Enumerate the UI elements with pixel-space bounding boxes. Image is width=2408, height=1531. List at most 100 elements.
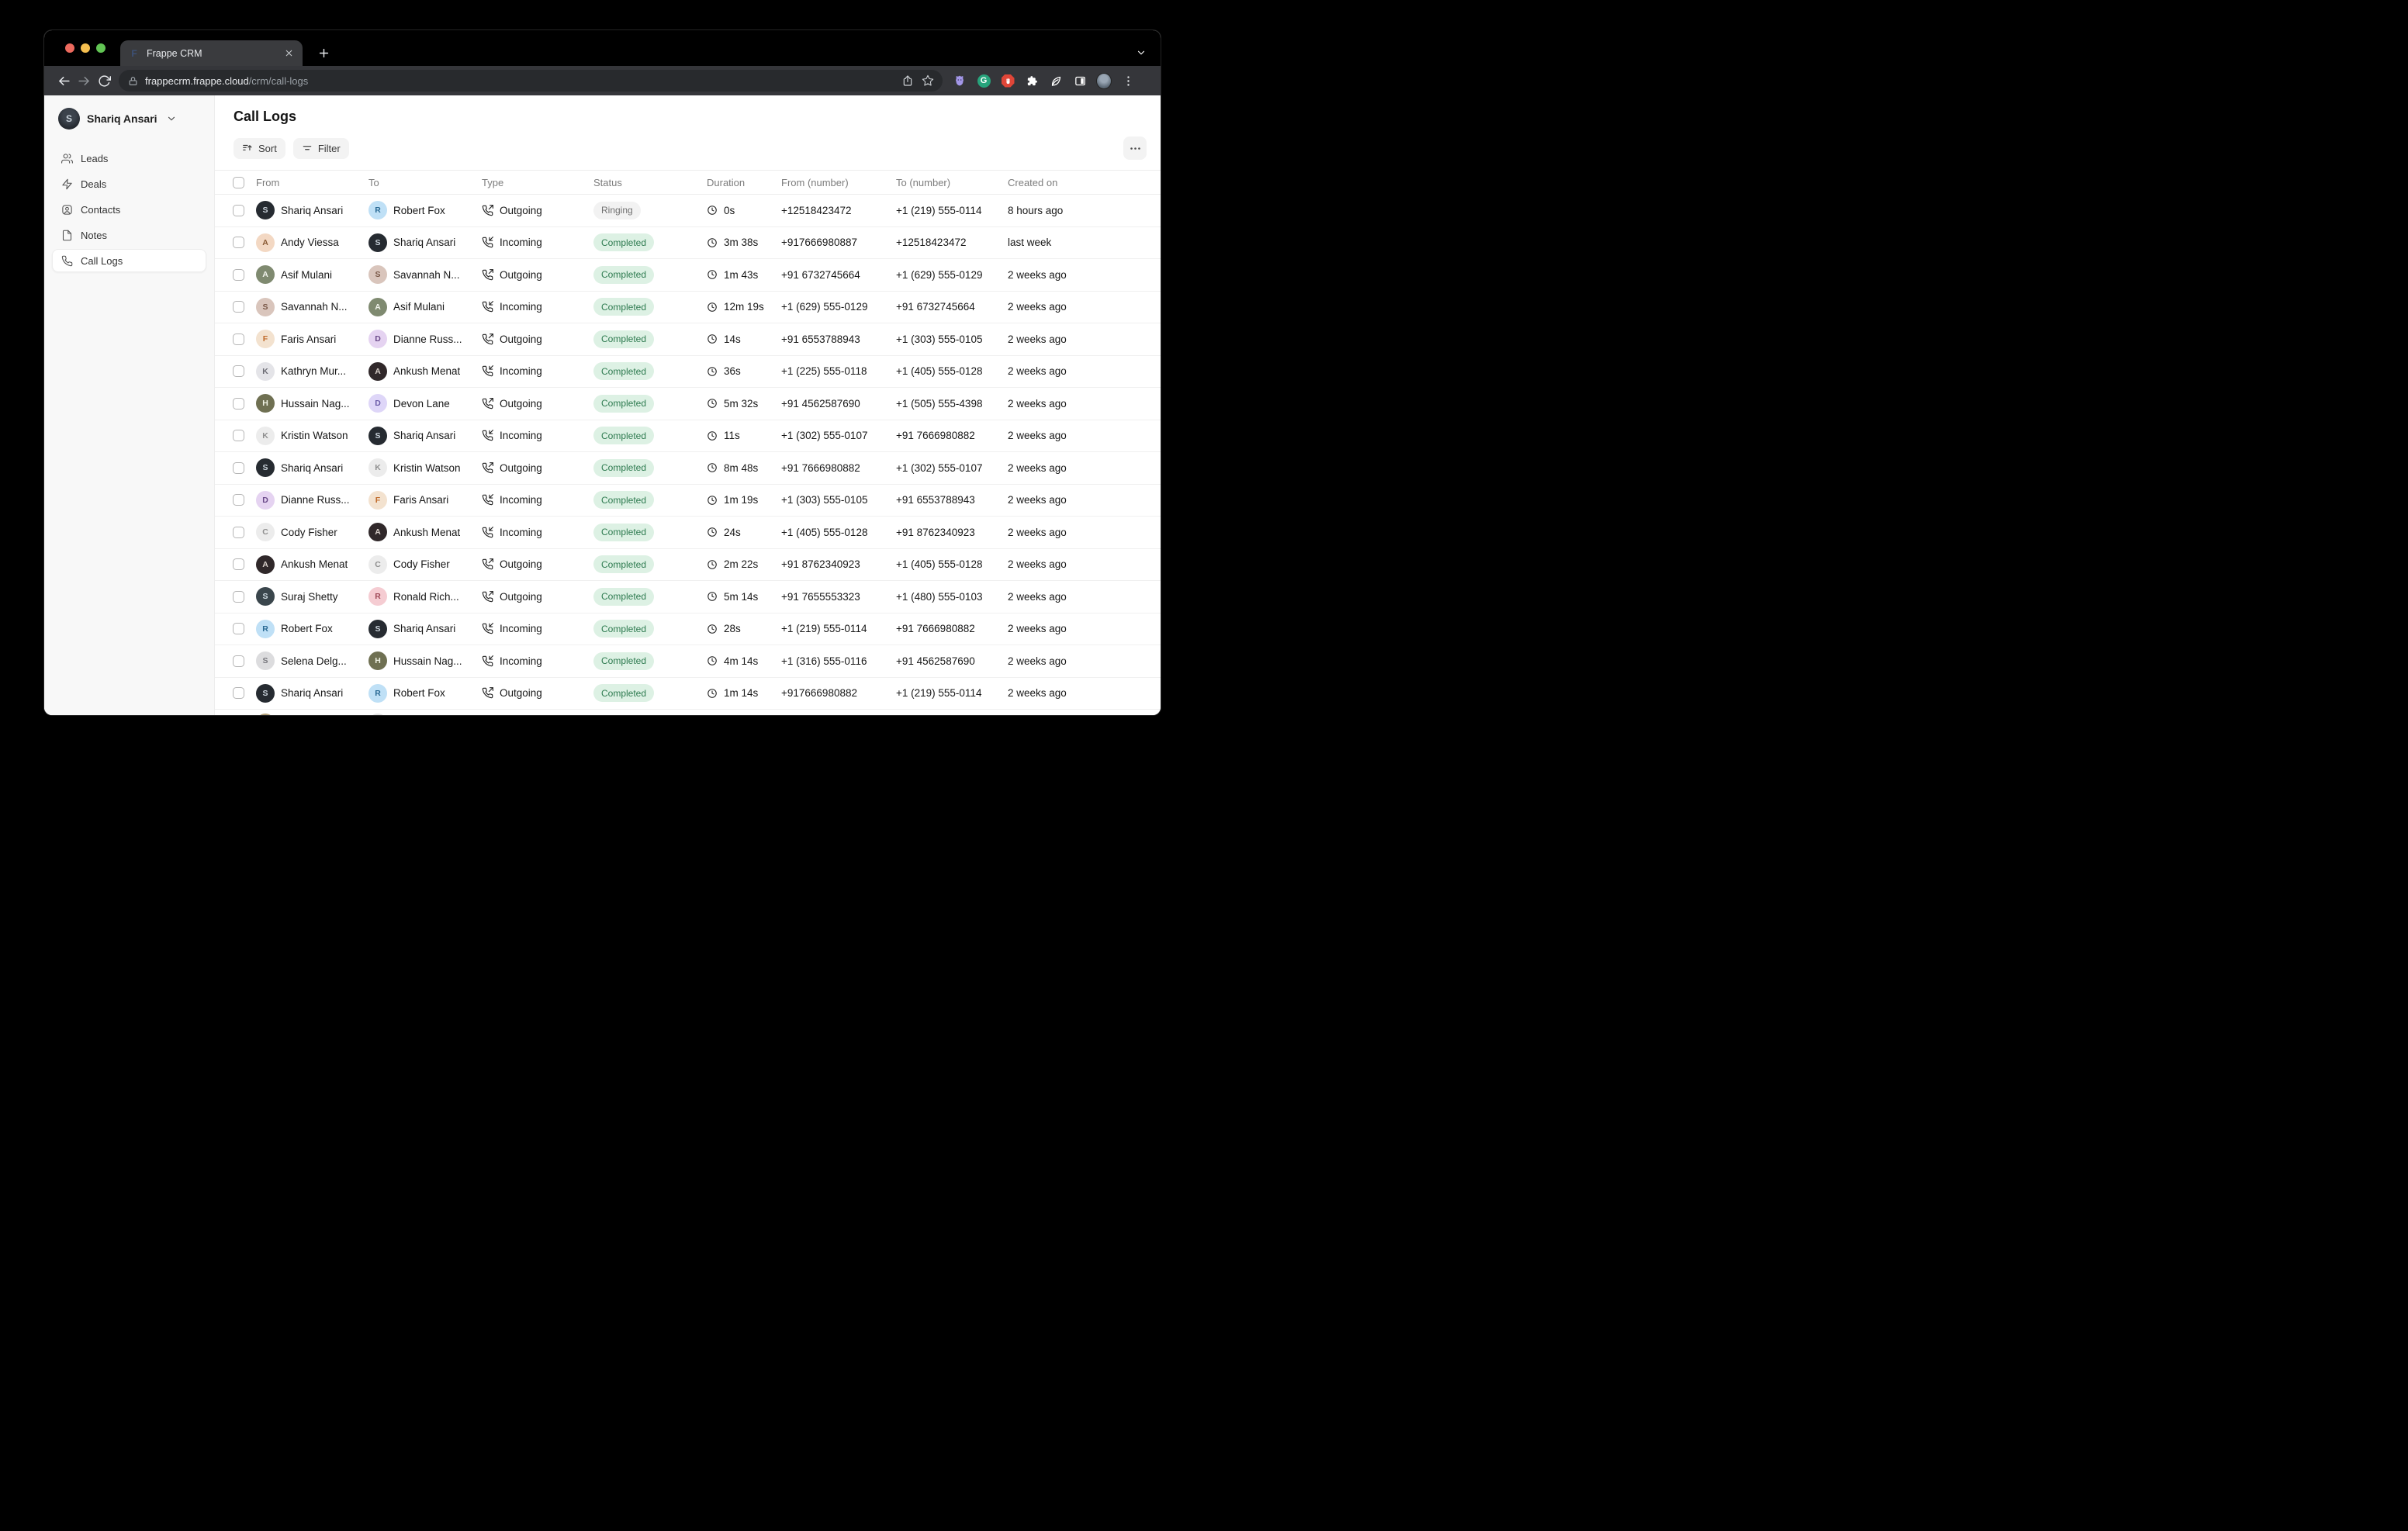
column-header-type[interactable]: Type xyxy=(482,177,593,188)
main-panel: Call Logs Sort Filter FromToTypeStatu xyxy=(215,95,1161,715)
row-checkbox[interactable] xyxy=(233,591,244,603)
clock-icon xyxy=(707,527,718,537)
from-number: +1 (225) 555-0118 xyxy=(781,365,867,377)
row-checkbox[interactable] xyxy=(233,623,244,634)
duration-value: 8m 48s xyxy=(724,462,758,474)
energy-saver-icon[interactable] xyxy=(1048,73,1064,88)
sidebar-item-call-logs[interactable]: Call Logs xyxy=(52,249,206,272)
row-checkbox[interactable] xyxy=(233,558,244,570)
new-tab-button[interactable] xyxy=(314,43,333,62)
table-row[interactable]: FFaris AnsariDDianne Russ...OutgoingComp… xyxy=(215,323,1161,356)
row-checkbox[interactable] xyxy=(233,687,244,699)
to-number: +91 8762340923 xyxy=(896,527,975,538)
row-checkbox[interactable] xyxy=(233,398,244,410)
sidebar-item-leads[interactable]: Leads xyxy=(52,147,206,170)
from-cell: FFaris Ansari xyxy=(256,330,368,348)
table-row[interactable]: SSuraj ShettyRRonald Rich...OutgoingComp… xyxy=(215,581,1161,613)
forward-icon[interactable] xyxy=(74,71,94,91)
table-row[interactable]: SSelena Delg...HHussain Nag...IncomingCo… xyxy=(215,645,1161,678)
column-header-from[interactable]: From xyxy=(256,177,368,188)
column-header-to-number[interactable]: To (number) xyxy=(896,177,1008,188)
sidebar-item-contacts[interactable]: Contacts xyxy=(52,198,206,221)
table-row[interactable]: HHussain Nag...DDevon LaneOutgoingComple… xyxy=(215,388,1161,420)
sidebar-item-deals[interactable]: Deals xyxy=(52,172,206,195)
row-checkbox[interactable] xyxy=(233,205,244,216)
tab-close-icon[interactable] xyxy=(282,47,295,60)
table-row[interactable]: AAndy ViessaSShariq AnsariIncomingComple… xyxy=(215,227,1161,260)
sidebar-item-notes[interactable]: Notes xyxy=(52,223,206,247)
row-checkbox[interactable] xyxy=(233,269,244,281)
sidebar-toggle-icon[interactable] xyxy=(1072,73,1088,88)
more-options-button[interactable] xyxy=(1123,137,1147,160)
browser-tab[interactable]: F Frappe CRM xyxy=(120,40,303,66)
column-header-to[interactable]: To xyxy=(368,177,482,188)
select-all-checkbox[interactable] xyxy=(233,177,244,188)
type-label: Outgoing xyxy=(500,558,542,570)
row-checkbox[interactable] xyxy=(233,365,244,377)
created-cell: 2 weeks ago xyxy=(1008,623,1153,634)
row-checkbox[interactable] xyxy=(233,494,244,506)
from-number-cell: +91 6553788943 xyxy=(781,334,896,345)
status-cell: Completed xyxy=(593,524,707,541)
row-checkbox[interactable] xyxy=(233,655,244,667)
tab-strip-chevron-icon[interactable] xyxy=(1136,47,1147,58)
reload-icon[interactable] xyxy=(94,71,114,91)
avatar: A xyxy=(256,233,275,252)
url-text[interactable]: frappecrm.frappe.cloud/crm/call-logs xyxy=(145,75,898,87)
column-header-created-on[interactable]: Created on xyxy=(1008,177,1153,188)
table-row[interactable]: RRobert FoxSShariq AnsariIncomingComplet… xyxy=(215,613,1161,646)
to-number-cell: +12518423472 xyxy=(896,237,1008,248)
minimize-window-button[interactable] xyxy=(81,43,90,53)
table-row[interactable]: SShariq AnsariRRobert FoxOutgoingRinging… xyxy=(215,195,1161,227)
close-window-button[interactable] xyxy=(65,43,74,53)
column-header-duration[interactable]: Duration xyxy=(707,177,781,188)
row-checkbox[interactable] xyxy=(233,301,244,313)
incoming-call-icon xyxy=(482,527,493,538)
kebab-menu-icon[interactable] xyxy=(1120,73,1136,88)
github-extension-icon[interactable] xyxy=(952,73,967,88)
column-header-status[interactable]: Status xyxy=(593,177,707,188)
user-menu[interactable]: S Shariq Ansari xyxy=(52,106,206,131)
zoom-window-button[interactable] xyxy=(96,43,106,53)
from-number: +1 (405) 555-0128 xyxy=(781,527,867,538)
checkbox-cell xyxy=(233,655,256,667)
grammarly-icon[interactable]: G xyxy=(976,73,991,88)
table-row[interactable]: SShariq AnsariRRobert FoxOutgoingComplet… xyxy=(215,678,1161,710)
back-icon[interactable] xyxy=(54,71,74,91)
table-row[interactable]: SShariq AnsariKKristin WatsonOutgoingCom… xyxy=(215,452,1161,485)
table-row[interactable]: CCody FisherAAnkush MenatIncomingComplet… xyxy=(215,517,1161,549)
table-row[interactable]: KKristin WatsonSShariq AnsariIncomingCom… xyxy=(215,420,1161,453)
outgoing-call-icon xyxy=(482,334,493,345)
status-badge: Completed xyxy=(593,459,654,477)
duration-value: 1m 19s xyxy=(724,494,758,506)
user-name: Shariq Ansari xyxy=(87,112,157,125)
created-on: 2 weeks ago xyxy=(1008,365,1067,377)
from-cell: RRobert Fox xyxy=(256,620,368,638)
bookmark-star-icon[interactable] xyxy=(918,71,938,91)
table-row[interactable]: AAnkush MenatCCody FisherOutgoingComplet… xyxy=(215,549,1161,582)
share-icon[interactable] xyxy=(898,71,918,91)
profile-avatar[interactable] xyxy=(1096,73,1112,88)
column-header-from-number[interactable]: From (number) xyxy=(781,177,896,188)
clock-icon xyxy=(707,591,718,602)
row-checkbox[interactable] xyxy=(233,527,244,538)
row-checkbox[interactable] xyxy=(233,237,244,248)
address-bar[interactable]: frappecrm.frappe.cloud/crm/call-logs xyxy=(119,70,943,92)
to-cell: HHussain Nag... xyxy=(368,651,482,670)
table-row[interactable]: SSavannah N...AAsif MulaniIncomingComple… xyxy=(215,292,1161,324)
row-checkbox[interactable] xyxy=(233,334,244,345)
table-row[interactable]: KKathryn Mur...AAnkush MenatIncomingComp… xyxy=(215,356,1161,389)
row-checkbox[interactable] xyxy=(233,430,244,441)
adblock-icon[interactable] xyxy=(1000,73,1015,88)
row-checkbox[interactable] xyxy=(233,462,244,474)
extensions-puzzle-icon[interactable] xyxy=(1024,73,1040,88)
sort-button[interactable]: Sort xyxy=(234,138,285,159)
table-row[interactable]: AAsif MulaniSSavannah N...OutgoingComple… xyxy=(215,259,1161,292)
created-on: last week xyxy=(1008,237,1051,248)
filter-button[interactable]: Filter xyxy=(293,138,349,159)
to-number: +1 (480) 555-0103 xyxy=(896,591,982,603)
table-row[interactable]: DDianne Russ...FFaris AnsariIncomingComp… xyxy=(215,485,1161,517)
from-name: Faris Ansari xyxy=(281,334,336,345)
to-cell: CCody Fisher xyxy=(368,555,482,574)
status-badge: Completed xyxy=(593,555,654,573)
